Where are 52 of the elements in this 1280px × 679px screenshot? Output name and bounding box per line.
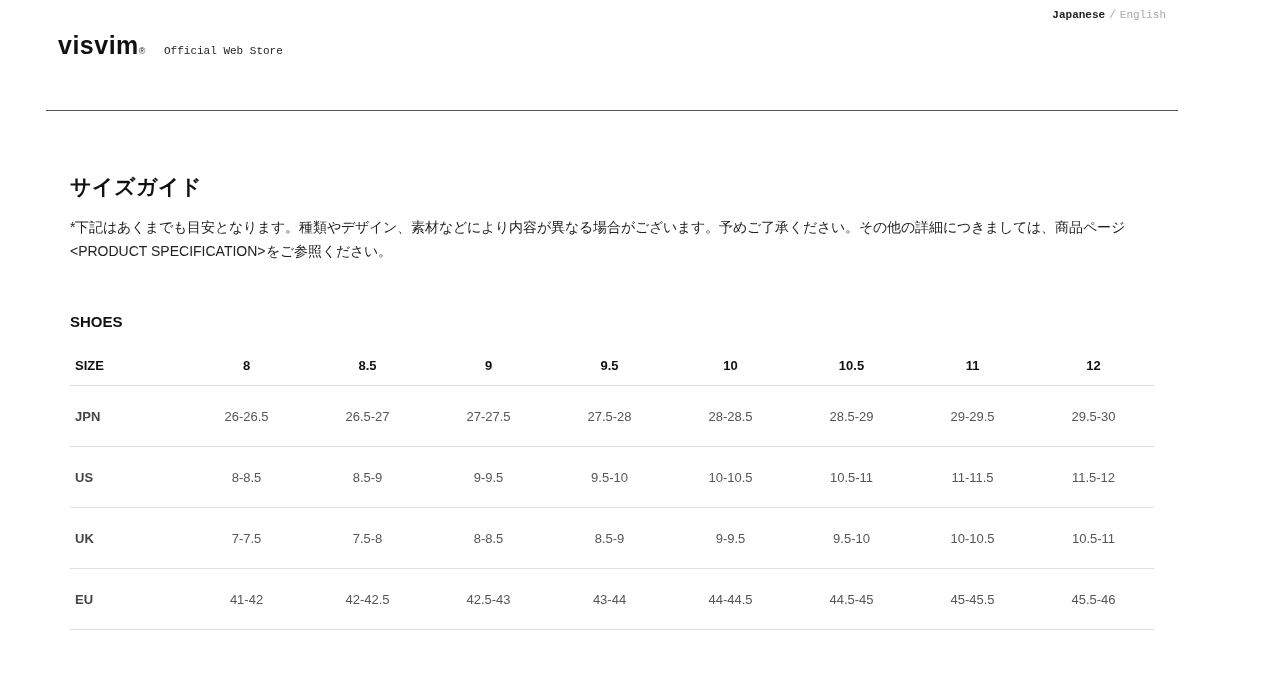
table-cell: 10.5-11 bbox=[1033, 507, 1154, 569]
column-header: 8 bbox=[186, 346, 307, 386]
table-cell: 43-44 bbox=[549, 568, 670, 630]
table-cell: 42-42.5 bbox=[307, 568, 428, 630]
table-cell: 7.5-8 bbox=[307, 507, 428, 569]
column-header: 10.5 bbox=[791, 346, 912, 386]
table-cell: 10.5-11 bbox=[791, 446, 912, 508]
table-cell: 10-10.5 bbox=[670, 446, 791, 508]
table-cell: 27-27.5 bbox=[428, 385, 549, 447]
language-link[interactable]: Japanese bbox=[1052, 9, 1106, 21]
table-cell: 7-7.5 bbox=[186, 507, 307, 569]
table-cell: 27.5-28 bbox=[549, 385, 670, 447]
column-header: 9.5 bbox=[549, 346, 670, 386]
section-title: SHOES bbox=[70, 313, 124, 330]
row-header: US bbox=[70, 446, 186, 508]
column-header: 12 bbox=[1033, 346, 1154, 386]
table-cell: 29-29.5 bbox=[912, 385, 1033, 447]
table-cell: 8-8.5 bbox=[186, 446, 307, 508]
table-cell: 42.5-43 bbox=[428, 568, 549, 630]
column-header: 10 bbox=[670, 346, 791, 386]
brand-logo[interactable]: visvim® bbox=[58, 31, 146, 60]
store-tagline: Official Web Store bbox=[164, 45, 283, 57]
table-cell: 8-8.5 bbox=[428, 507, 549, 569]
table-cell: 45-45.5 bbox=[912, 568, 1033, 630]
table-cell: 9-9.5 bbox=[428, 446, 549, 508]
table-cell: 44-44.5 bbox=[670, 568, 791, 630]
column-header: 8.5 bbox=[307, 346, 428, 386]
row-header: EU bbox=[70, 568, 186, 630]
table-cell: 11.5-12 bbox=[1033, 446, 1154, 508]
table-cell: 9.5-10 bbox=[791, 507, 912, 569]
table-cell: 8.5-9 bbox=[307, 446, 428, 508]
table-cell: 26.5-27 bbox=[307, 385, 428, 447]
table-cell: 45.5-46 bbox=[1033, 568, 1154, 630]
table-cell: 28.5-29 bbox=[791, 385, 912, 447]
table-cell: 9-9.5 bbox=[670, 507, 791, 569]
size-note: *下記はあくまでも目安となります。種類やデザイン、素材などにより内容が異なる場合がございます。予めご了承ください。その他の詳細につきましては、商品ページ<PRODUCT SPECIFICATION>をご参照ください。 bbox=[70, 218, 1127, 261]
table-cell: 44.5-45 bbox=[791, 568, 912, 630]
table-cell: 10-10.5 bbox=[912, 507, 1033, 569]
table-cell: 9.5-10 bbox=[549, 446, 670, 508]
table-cell: 11-11.5 bbox=[912, 446, 1033, 508]
column-header: 11 bbox=[912, 346, 1033, 386]
table-cell: 26-26.5 bbox=[186, 385, 307, 447]
column-header: SIZE bbox=[70, 346, 186, 386]
column-header: 9 bbox=[428, 346, 549, 386]
table-cell: 28-28.5 bbox=[670, 385, 791, 447]
row-header: JPN bbox=[70, 385, 186, 447]
page-title: サイズガイド bbox=[70, 174, 203, 200]
table-cell: 41-42 bbox=[186, 568, 307, 630]
table-cell: 8.5-9 bbox=[549, 507, 670, 569]
separator-slash: / bbox=[1109, 9, 1116, 21]
table-cell: 29.5-30 bbox=[1033, 385, 1154, 447]
row-header: UK bbox=[70, 507, 186, 569]
